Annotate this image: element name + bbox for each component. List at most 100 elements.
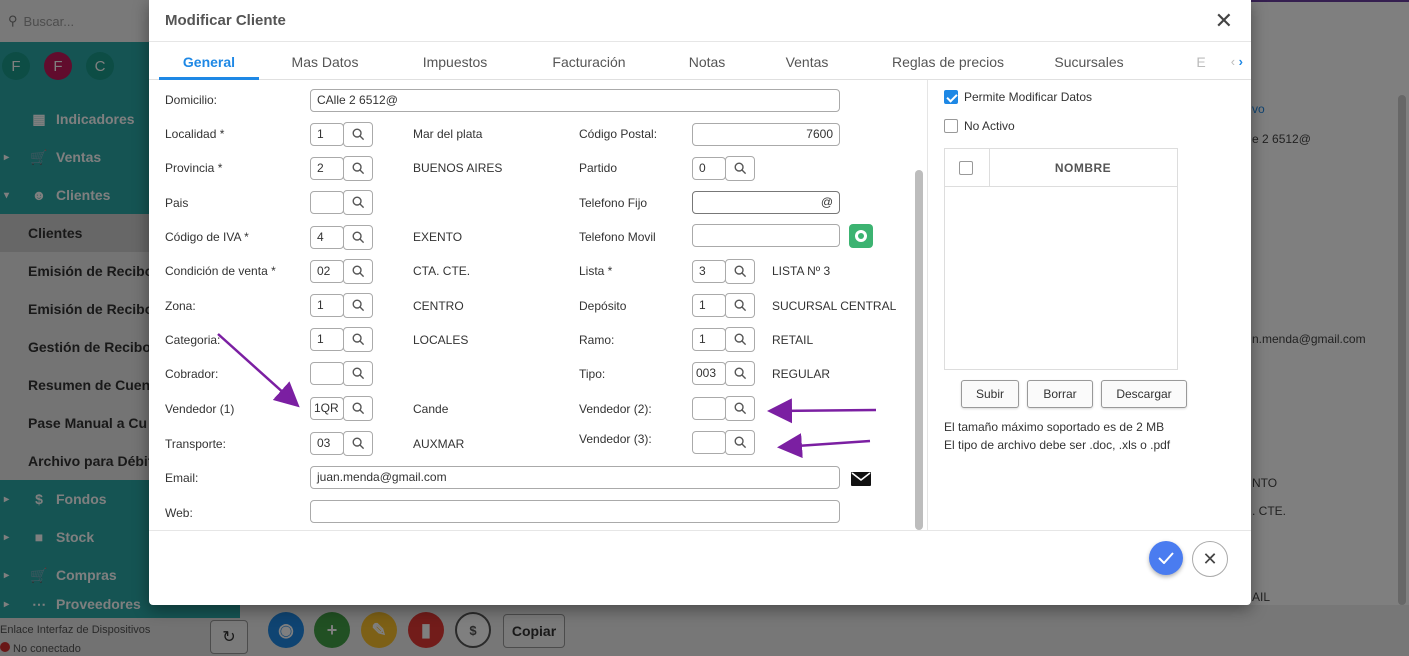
tab-reglas-de-precios[interactable]: Reglas de precios [883, 44, 1013, 80]
file-type-info: El tipo de archivo debe ser .doc, .xls o… [944, 438, 1171, 452]
codigo-iva-description: EXENTO [413, 230, 463, 244]
whatsapp-button[interactable] [849, 224, 873, 248]
permite-modificar-checkbox[interactable] [944, 90, 958, 104]
chevron-right-icon[interactable]: › [1239, 54, 1243, 69]
select-all-checkbox[interactable] [959, 161, 973, 175]
deposito-search-button[interactable] [725, 293, 755, 318]
pais-code-field[interactable] [310, 191, 344, 214]
chevron-left-icon[interactable]: ‹ [1231, 54, 1235, 69]
modal-header: Modificar Cliente [149, 0, 1251, 42]
confirm-button[interactable] [1149, 541, 1183, 575]
codigo-iva-code-field[interactable]: 4 [310, 226, 344, 249]
transporte-search-button[interactable] [343, 431, 373, 456]
tab-sucursales[interactable]: Sucursales [1049, 44, 1129, 80]
search-icon [734, 436, 746, 449]
tab-general[interactable]: General [159, 44, 259, 80]
vendedor3-code-field[interactable] [692, 431, 726, 454]
cancel-button[interactable]: ✕ [1192, 541, 1228, 577]
tab-scroll-arrows[interactable]: ‹ › [1231, 54, 1243, 69]
search-icon [352, 333, 364, 346]
tipo-search-button[interactable] [725, 361, 755, 386]
panel-divider [927, 80, 928, 530]
codigo-postal-field[interactable]: 7600 [692, 123, 840, 146]
ramo-search-button[interactable] [725, 327, 755, 352]
transporte-code-field[interactable]: 03 [310, 432, 344, 455]
codigo-postal-label: Código Postal: [579, 127, 658, 141]
tab-facturacion[interactable]: Facturación [539, 44, 639, 80]
form-scrollbar[interactable] [915, 170, 923, 530]
footer-divider [149, 530, 1251, 531]
web-label: Web: [165, 506, 193, 520]
tipo-code-field[interactable]: 003 [692, 362, 726, 385]
zona-description: CENTRO [413, 299, 464, 313]
condicion-venta-search-button[interactable] [343, 259, 373, 284]
tab-impuestos[interactable]: Impuestos [407, 44, 503, 80]
provincia-code-field[interactable]: 2 [310, 157, 344, 180]
search-icon [352, 299, 364, 312]
tab-notas[interactable]: Notas [669, 44, 745, 80]
search-icon [352, 367, 364, 380]
lista-description: LISTA Nº 3 [772, 264, 831, 278]
email-field[interactable]: juan.menda@gmail.com [310, 466, 840, 489]
categoria-label: Categoria: [165, 333, 221, 347]
pais-label: Pais [165, 196, 189, 210]
cobrador-code-field[interactable] [310, 362, 344, 385]
condicion-venta-code-field[interactable]: 02 [310, 260, 344, 283]
partido-code-field[interactable]: 0 [692, 157, 726, 180]
search-icon [352, 196, 364, 209]
cobrador-label: Cobrador: [165, 367, 219, 381]
no-activo-checkbox[interactable] [944, 119, 958, 133]
send-email-button[interactable] [851, 472, 871, 489]
localidad-code-field[interactable]: 1 [310, 123, 344, 146]
no-activo-label: No Activo [964, 119, 1015, 133]
tab-more[interactable]: E [1193, 44, 1209, 80]
lista-label: Lista * [579, 264, 613, 278]
vendedor1-code-field[interactable]: 1QR [310, 397, 344, 420]
zona-code-field[interactable]: 1 [310, 294, 344, 317]
categoria-search-button[interactable] [343, 327, 373, 352]
files-table-header: NOMBRE [945, 149, 1177, 187]
domicilio-field[interactable]: CAlle 2 6512@ [310, 89, 840, 112]
web-field[interactable] [310, 500, 840, 523]
partido-search-button[interactable] [725, 156, 755, 181]
lista-code-field[interactable]: 3 [692, 260, 726, 283]
cobrador-search-button[interactable] [343, 361, 373, 386]
vendedor1-label: Vendedor (1) [165, 402, 235, 416]
tipo-description: REGULAR [772, 367, 831, 381]
telefono-fijo-field[interactable]: @ [692, 191, 840, 214]
provincia-label: Provincia * [165, 161, 223, 175]
condicion-venta-label: Condición de venta * [165, 264, 276, 278]
vendedor1-search-button[interactable] [343, 396, 373, 421]
tab-mas-datos[interactable]: Mas Datos [277, 44, 373, 80]
domicilio-label: Domicilio: [165, 93, 218, 107]
descargar-button[interactable]: Descargar [1101, 380, 1187, 408]
subir-button[interactable]: Subir [961, 380, 1019, 408]
ramo-label: Ramo: [579, 333, 615, 347]
localidad-search-button[interactable] [343, 122, 373, 147]
borrar-button[interactable]: Borrar [1027, 380, 1093, 408]
deposito-code-field[interactable]: 1 [692, 294, 726, 317]
close-icon[interactable]: ✕ [1215, 8, 1233, 34]
partido-label: Partido [579, 161, 618, 175]
pais-search-button[interactable] [343, 190, 373, 215]
vendedor3-label: Vendedor (3): [579, 432, 652, 446]
codigo-iva-search-button[interactable] [343, 225, 373, 250]
vendedor2-code-field[interactable] [692, 397, 726, 420]
ramo-description: RETAIL [772, 333, 814, 347]
search-icon [352, 402, 364, 415]
vendedor3-search-button[interactable] [725, 430, 755, 455]
telefono-movil-field[interactable] [692, 224, 840, 247]
ramo-code-field[interactable]: 1 [692, 328, 726, 351]
categoria-description: LOCALES [413, 333, 469, 347]
lista-search-button[interactable] [725, 259, 755, 284]
categoria-code-field[interactable]: 1 [310, 328, 344, 351]
search-icon [734, 162, 746, 175]
vendedor2-search-button[interactable] [725, 396, 755, 421]
codigo-iva-label: Código de IVA * [165, 230, 249, 244]
transporte-label: Transporte: [165, 437, 226, 451]
provincia-search-button[interactable] [343, 156, 373, 181]
zona-search-button[interactable] [343, 293, 373, 318]
tab-ventas[interactable]: Ventas [769, 44, 845, 80]
check-icon [1158, 552, 1174, 564]
column-header-nombre[interactable]: NOMBRE [989, 161, 1177, 175]
